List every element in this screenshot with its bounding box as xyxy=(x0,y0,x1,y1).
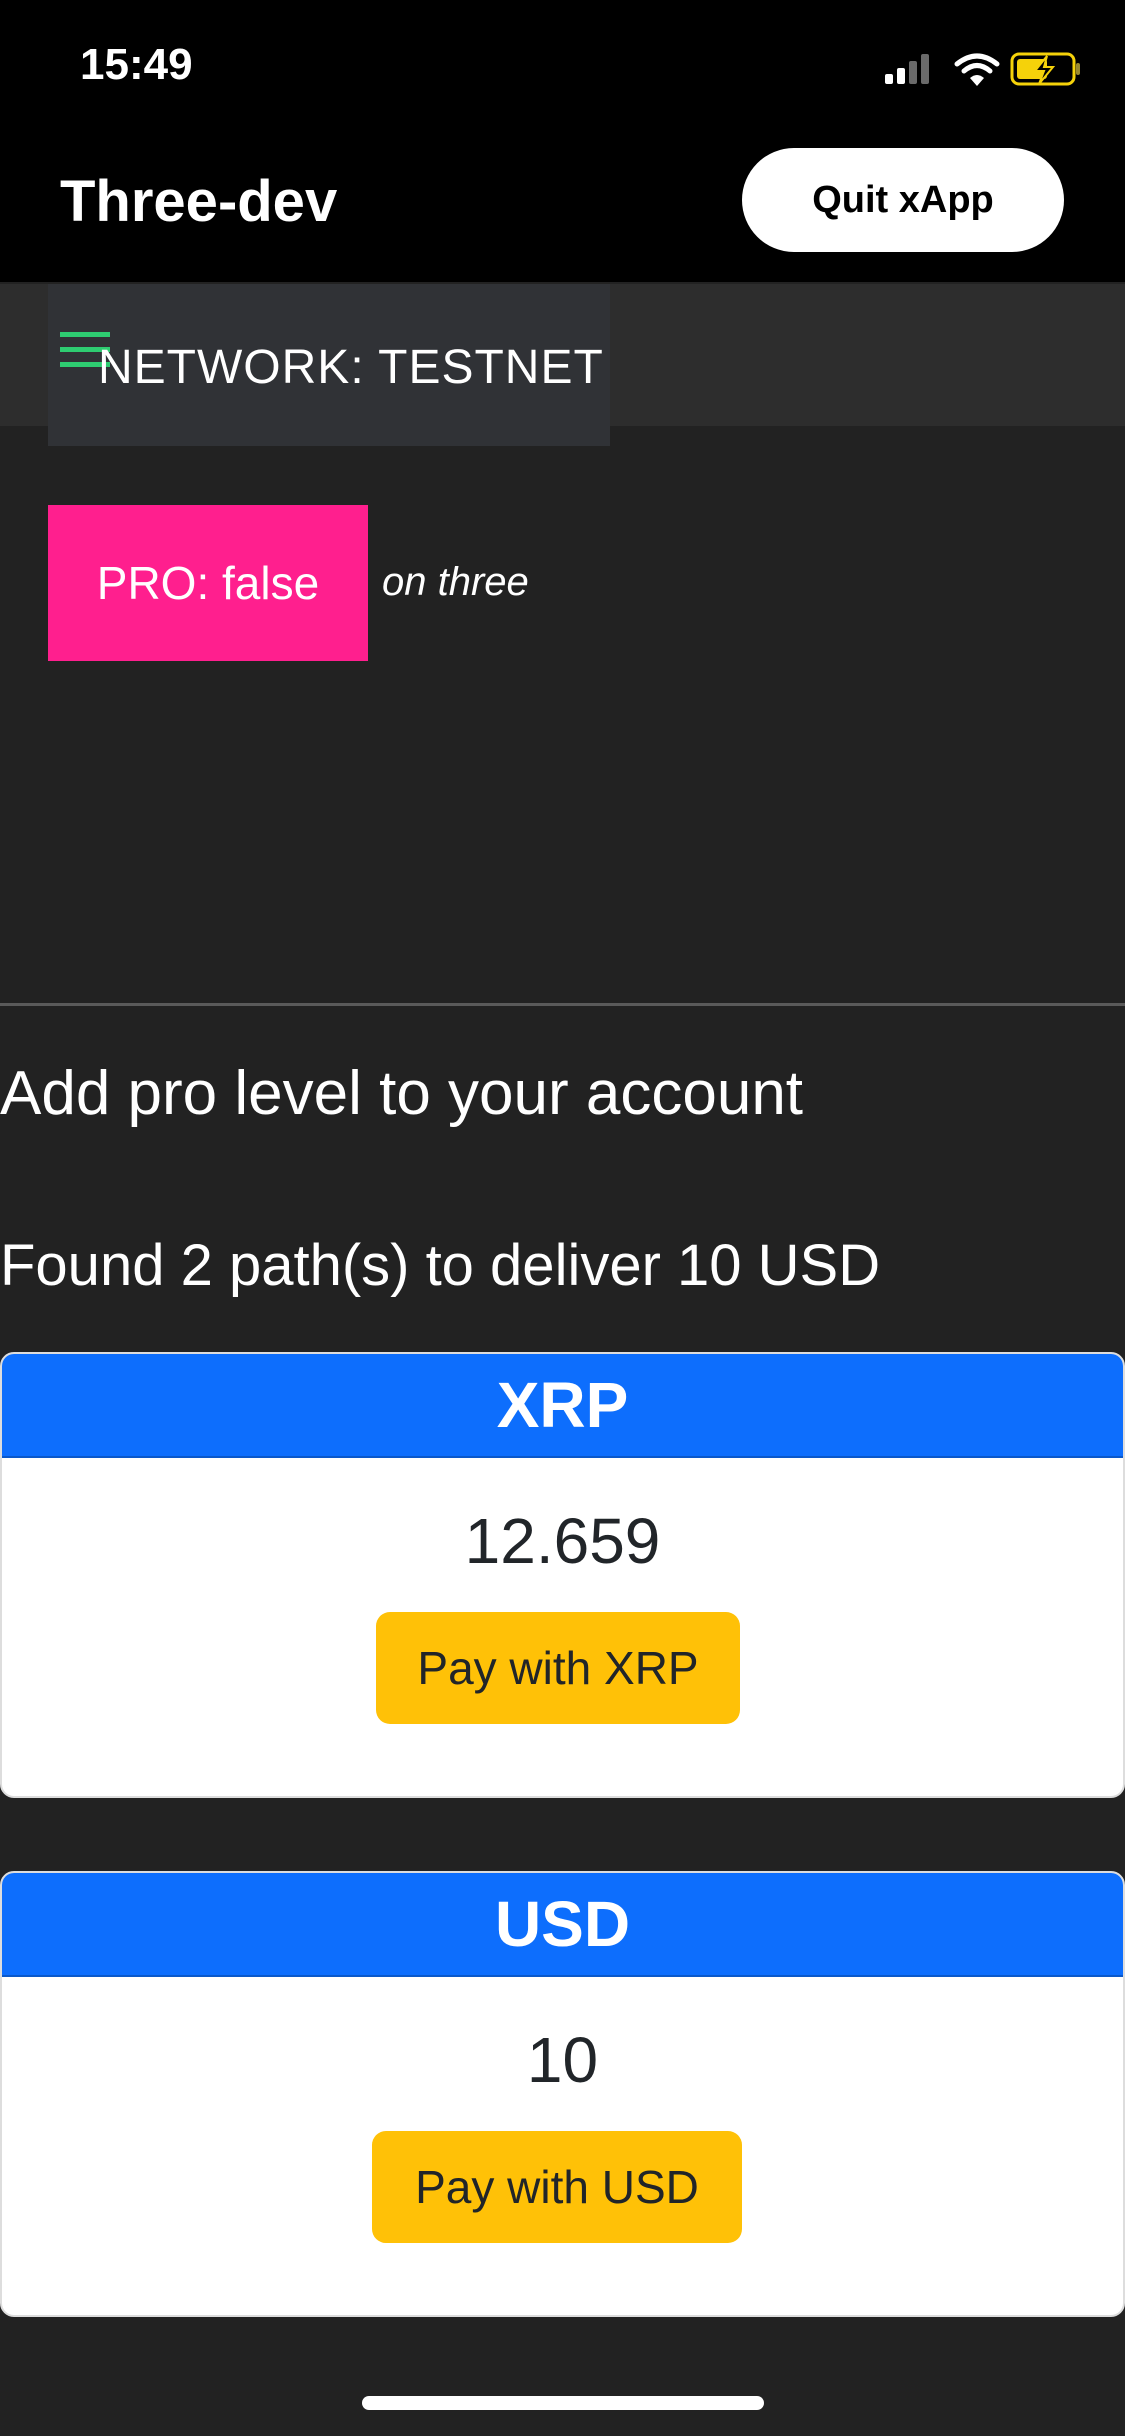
status-icons-svg xyxy=(885,52,1080,86)
battery-charging-icon xyxy=(1010,52,1080,86)
page-heading: Add pro level to your account xyxy=(0,1059,804,1128)
network-selector[interactable]: NETWORK: TESTNET xyxy=(48,284,610,446)
app-header: Three-dev Quit xApp xyxy=(0,140,1125,282)
card-amount: 10 xyxy=(526,2024,599,2096)
status-time: 15:49 xyxy=(80,40,193,89)
quit-xapp-button[interactable]: Quit xApp xyxy=(742,148,1064,252)
paths-found-text: Found 2 path(s) to deliver 10 USD xyxy=(0,1233,881,1298)
network-label: NETWORK: TESTNET xyxy=(98,341,604,394)
card-header-currency: XRP xyxy=(2,1354,1123,1458)
payment-path-card-usd: USD 10 Pay with USD xyxy=(0,1871,1125,2317)
wifi-icon xyxy=(954,53,1000,86)
pay-with-xrp-button[interactable]: Pay with XRP xyxy=(376,1612,740,1724)
status-icons xyxy=(885,48,1085,92)
card-amount: 12.659 xyxy=(464,1505,661,1577)
status-bar: 15:49 xyxy=(0,0,1125,140)
pro-status-badge: PRO: false xyxy=(48,505,368,661)
payment-path-card-xrp: XRP 12.659 Pay with XRP xyxy=(0,1352,1125,1798)
card-header-currency: USD xyxy=(2,1873,1123,1977)
app-title: Three-dev xyxy=(60,169,338,234)
network-bar: NETWORK: TESTNET xyxy=(0,284,1125,446)
signal-icon xyxy=(885,54,929,84)
home-indicator[interactable] xyxy=(362,2396,764,2410)
pro-context-label: on three xyxy=(382,560,529,604)
divider xyxy=(0,1003,1125,1006)
pay-with-usd-button[interactable]: Pay with USD xyxy=(372,2131,742,2243)
